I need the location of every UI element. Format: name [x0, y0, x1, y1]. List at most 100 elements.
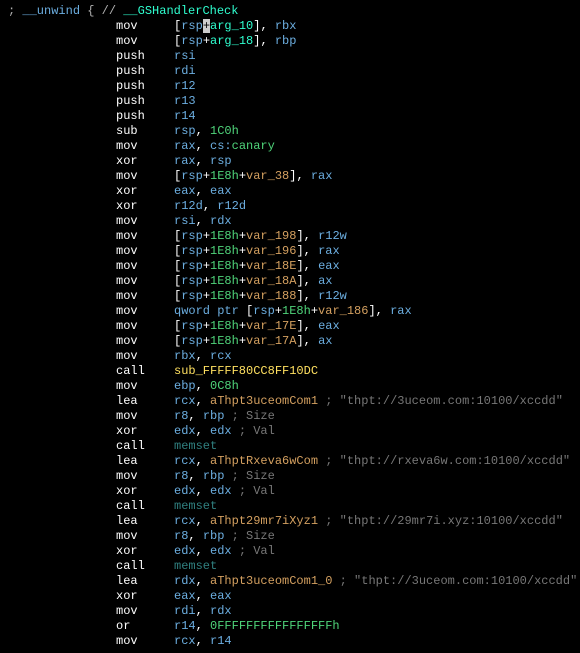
stack-var[interactable]: var_18E — [246, 259, 296, 273]
register[interactable]: edx — [174, 424, 196, 438]
asm-line[interactable]: callmemset — [8, 559, 572, 574]
stack-var[interactable]: var_198 — [246, 229, 296, 243]
register[interactable]: rsp — [181, 289, 203, 303]
asm-line[interactable]: callsub_FFFFF80CC8FF10DC — [8, 364, 572, 379]
asm-line[interactable]: movrbx, rcx — [8, 349, 572, 364]
register[interactable]: rsp — [181, 319, 203, 333]
asm-line[interactable]: mov[rsp+1E8h+var_38], rax — [8, 169, 572, 184]
register[interactable]: r8 — [174, 529, 188, 543]
register[interactable]: edx — [174, 484, 196, 498]
asm-line[interactable]: mov[rsp+1E8h+var_18A], ax — [8, 274, 572, 289]
stack-var[interactable]: var_38 — [246, 169, 289, 183]
stack-arg[interactable]: arg_10 — [210, 19, 253, 33]
asm-line[interactable]: mov[rsp+1E8h+var_17A], ax — [8, 334, 572, 349]
asm-line[interactable]: xoreax, eax — [8, 184, 572, 199]
asm-line[interactable]: pushr14 — [8, 109, 572, 124]
register[interactable]: r14 — [210, 634, 232, 648]
stack-var[interactable]: var_17E — [246, 319, 296, 333]
asm-line[interactable]: mov[rsp+1E8h+var_17E], eax — [8, 319, 572, 334]
global-symbol[interactable]: canary — [232, 139, 275, 153]
asm-line[interactable]: xoredx, edx ; Val — [8, 424, 572, 439]
asm-line[interactable]: pushrsi — [8, 49, 572, 64]
register[interactable]: rcx — [174, 634, 196, 648]
asm-line[interactable]: movebp, 0C8h — [8, 379, 572, 394]
stack-var[interactable]: var_17A — [246, 334, 296, 348]
register[interactable]: rbx — [174, 349, 196, 363]
register[interactable]: rax — [311, 169, 333, 183]
asm-line[interactable]: xorr12d, r12d — [8, 199, 572, 214]
register[interactable]: rcx — [174, 454, 196, 468]
data-name-ref[interactable]: aThpt29mr7iXyz1 — [210, 514, 318, 528]
register[interactable]: rax — [174, 154, 196, 168]
asm-line[interactable]: mov[rsp+1E8h+var_198], r12w — [8, 229, 572, 244]
asm-line[interactable]: learcx, aThpt3uceomCom1 ; "thpt://3uceom… — [8, 394, 572, 409]
asm-line[interactable]: mov[rsp+1E8h+var_196], rax — [8, 244, 572, 259]
asm-line[interactable]: mov[rsp+arg_18], rbp — [8, 34, 572, 49]
register[interactable]: eax — [210, 184, 232, 198]
register[interactable]: rbp — [203, 529, 225, 543]
register[interactable]: edx — [210, 484, 232, 498]
asm-line[interactable]: callmemset — [8, 439, 572, 454]
register[interactable]: rsp — [181, 34, 203, 48]
asm-line[interactable]: movqword ptr [rsp+1E8h+var_186], rax — [8, 304, 572, 319]
register[interactable]: rsp — [181, 169, 203, 183]
function-name[interactable]: memset — [174, 499, 217, 513]
register[interactable]: rdx — [210, 604, 232, 618]
register[interactable]: r14 — [174, 109, 196, 123]
register[interactable]: rsp — [181, 334, 203, 348]
asm-line[interactable]: learcx, aThpt29mr7iXyz1 ; "thpt://29mr7i… — [8, 514, 572, 529]
register[interactable]: rax — [318, 244, 340, 258]
asm-line[interactable]: xoredx, edx ; Val — [8, 544, 572, 559]
asm-line[interactable]: movrax, cs:canary — [8, 139, 572, 154]
register[interactable]: rsi — [174, 49, 196, 63]
register[interactable]: rdi — [174, 604, 196, 618]
asm-line[interactable]: movr8, rbp ; Size — [8, 529, 572, 544]
asm-line[interactable]: movrsi, rdx — [8, 214, 572, 229]
asm-line[interactable]: movr8, rbp ; Size — [8, 469, 572, 484]
register[interactable]: r12w — [318, 289, 347, 303]
asm-line[interactable]: movr8, rbp ; Size — [8, 409, 572, 424]
asm-line[interactable]: leardx, aThpt3uceomCom1_0 ; "thpt://3uce… — [8, 574, 572, 589]
register[interactable]: rsp — [210, 154, 232, 168]
asm-line[interactable]: mov[rsp+1E8h+var_18E], eax — [8, 259, 572, 274]
register[interactable]: rsp — [181, 259, 203, 273]
register[interactable]: rax — [390, 304, 412, 318]
asm-line[interactable]: orr14, 0FFFFFFFFFFFFFFFFh — [8, 619, 572, 634]
register[interactable]: eax — [318, 259, 340, 273]
subroutine[interactable]: sub_FFFFF80CC8FF10DC — [174, 364, 318, 378]
data-name-ref[interactable]: aThptRxeva6wCom — [210, 454, 318, 468]
register[interactable]: ax — [318, 334, 332, 348]
asm-line[interactable]: pushr13 — [8, 94, 572, 109]
register[interactable]: edx — [174, 544, 196, 558]
register[interactable]: rsp — [181, 274, 203, 288]
register[interactable]: rcx — [174, 514, 196, 528]
register[interactable]: edx — [210, 544, 232, 558]
register[interactable]: eax — [174, 184, 196, 198]
asm-line[interactable]: callmemset — [8, 499, 572, 514]
register[interactable]: eax — [210, 589, 232, 603]
asm-line[interactable]: xoredx, edx ; Val — [8, 484, 572, 499]
register[interactable]: eax — [174, 589, 196, 603]
register[interactable]: rcx — [174, 394, 196, 408]
register[interactable]: rsi — [174, 214, 196, 228]
asm-line[interactable]: subrsp, 1C0h — [8, 124, 572, 139]
register[interactable]: rbp — [275, 34, 297, 48]
function-name[interactable]: memset — [174, 439, 217, 453]
stack-var[interactable]: var_186 — [318, 304, 368, 318]
register[interactable]: r12d — [217, 199, 246, 213]
data-name-ref[interactable]: aThpt3uceomCom1 — [210, 394, 318, 408]
register[interactable]: ax — [318, 274, 332, 288]
register[interactable]: rcx — [210, 349, 232, 363]
register[interactable]: r12d — [174, 199, 203, 213]
asm-line[interactable]: mov[rsp+arg_10], rbx — [8, 19, 572, 34]
register[interactable]: rsp — [174, 124, 196, 138]
register[interactable]: rdx — [210, 214, 232, 228]
register[interactable]: ebp — [174, 379, 196, 393]
data-name-ref[interactable]: aThpt3uceomCom1_0 — [210, 574, 332, 588]
register[interactable]: rbp — [203, 409, 225, 423]
register[interactable]: r13 — [174, 94, 196, 108]
register[interactable]: rsp — [181, 244, 203, 258]
register[interactable]: rbx — [275, 19, 297, 33]
register[interactable]: r12w — [318, 229, 347, 243]
stack-var[interactable]: var_18A — [246, 274, 296, 288]
